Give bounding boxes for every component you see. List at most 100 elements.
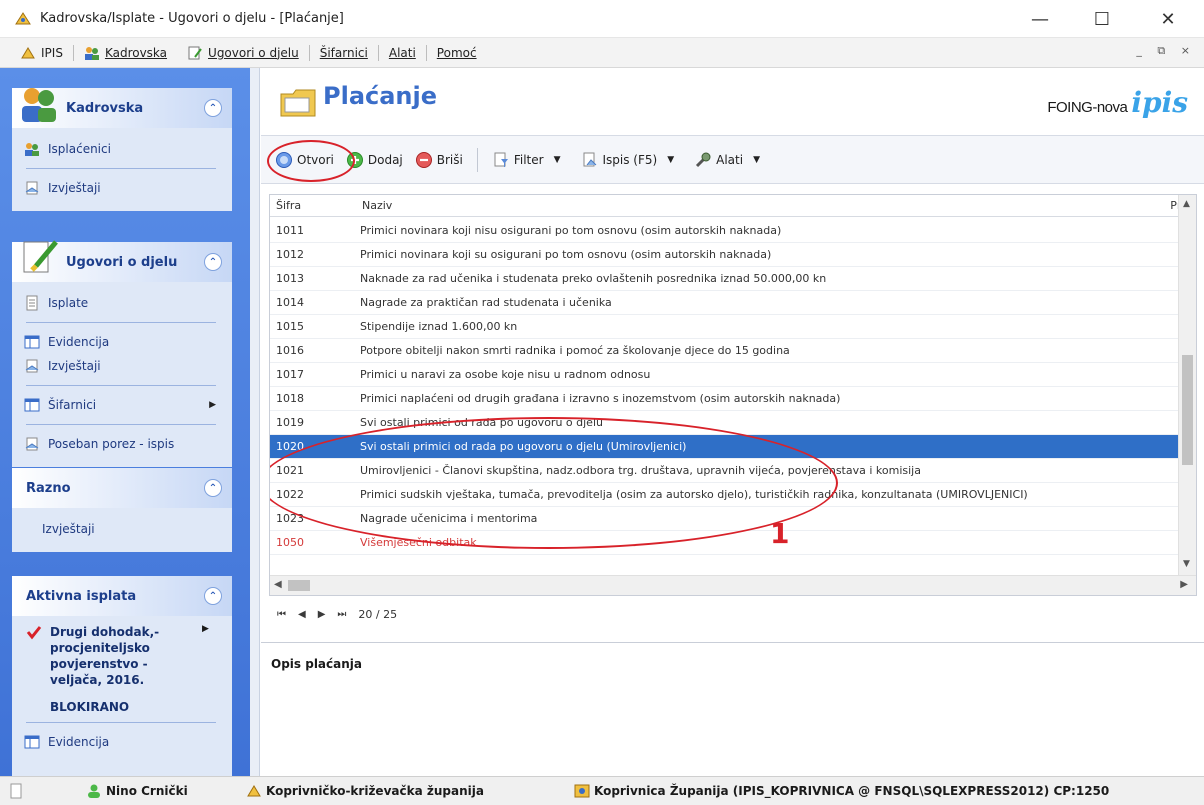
window-title: Kadrovska/Isplate - Ugovori o djelu - [P…: [40, 11, 344, 26]
contract-pen-icon: [23, 240, 58, 273]
sidebar-item-izvjestaji[interactable]: Izvještaji: [12, 173, 232, 203]
collapse-aktivna-button[interactable]: ⌃: [204, 587, 222, 605]
sidebar-splitter[interactable]: [250, 68, 260, 776]
menu-ugovori[interactable]: Ugovori o djelu: [177, 38, 309, 68]
sidebar-item-sifarnici[interactable]: Šifarnici ▶: [12, 390, 232, 420]
table-row[interactable]: 1011 Primici novinara koji nisu osigurani…: [270, 219, 1178, 243]
status-database: Koprivnica Županija (IPIS_KOPRIVNICA @ F…: [574, 783, 1109, 799]
dropdown-arrow-icon[interactable]: ▼: [667, 155, 674, 165]
menu-bar: IPIS Kadrovska Ugovori o djelu Šifarnici…: [0, 38, 1204, 68]
table-row[interactable]: 1015 Stipendije iznad 1.600,00 kn: [270, 315, 1178, 339]
vertical-scrollbar[interactable]: ▲ ▼: [1178, 195, 1196, 575]
maximize-button[interactable]: ☐: [1074, 0, 1130, 38]
scroll-left-icon[interactable]: ◀: [274, 579, 282, 590]
panel-aktivna-header[interactable]: Aktivna isplata ⌃: [12, 576, 232, 616]
annotation-number-1: 1: [770, 517, 790, 550]
checkmark-icon: [26, 626, 42, 640]
last-record-icon[interactable]: ⏭: [337, 609, 346, 620]
table-row[interactable]: 1017 Primici u naravi za osobe koje nisu …: [270, 363, 1178, 387]
minimize-button[interactable]: —: [1012, 0, 1068, 38]
sidebar-item-izvjestaji-ugovori[interactable]: Izvještaji: [12, 351, 232, 381]
panel-razno-header[interactable]: Razno ⌃: [12, 468, 232, 508]
table-row[interactable]: 1016 Potpore obitelji nakon smrti radnika…: [270, 339, 1178, 363]
toolbar-separator: [476, 147, 478, 172]
table-row[interactable]: 1012 Primici novinara koji su osigurani p…: [270, 243, 1178, 267]
table-icon: [24, 398, 40, 412]
tools-button[interactable]: Alati ▼: [688, 145, 774, 175]
cell-name: Naknade za rad učenika i studenata preko…: [360, 272, 827, 285]
table-icon: [24, 735, 40, 749]
sidebar-item-isplate[interactable]: Isplate: [12, 288, 232, 318]
filter-button[interactable]: Filter ▼: [486, 145, 575, 175]
collapse-kadrovska-button[interactable]: ⌃: [204, 99, 222, 117]
folder-icon: [280, 89, 316, 117]
cell-code: 1011: [276, 224, 304, 237]
cell-code: 1015: [276, 320, 304, 333]
panel-kadrovska-header[interactable]: Kadrovska ⌃: [12, 88, 232, 128]
scroll-thumb[interactable]: [288, 580, 310, 591]
active-payout[interactable]: Drugi dohodak,- procjeniteljsko povjeren…: [26, 624, 222, 688]
cell-code: 1014: [276, 296, 304, 309]
first-record-icon[interactable]: ⏮: [277, 609, 286, 620]
column-header-code[interactable]: Šifra: [276, 199, 301, 212]
table-row[interactable]: 1013 Naknade za rad učenika i studenata p…: [270, 267, 1178, 291]
cell-code: 1017: [276, 368, 304, 381]
menu-pomoc[interactable]: Pomoć: [427, 38, 487, 68]
document-icon: [26, 295, 38, 311]
prev-record-icon[interactable]: ◀: [298, 609, 306, 620]
dropdown-arrow-icon[interactable]: ▼: [753, 155, 760, 165]
sidebar-item-isplacenici[interactable]: Isplaćenici: [12, 134, 232, 164]
cell-name: Primici naplaćeni od drugih građana i iz…: [360, 392, 841, 405]
panel-razno: Razno ⌃ Izvještaji: [12, 468, 232, 552]
scroll-up-icon[interactable]: ▲: [1183, 199, 1190, 209]
main-content: Plaćanje FOING-nova ipis Otvori Dodaj Br…: [261, 68, 1204, 776]
menu-sifarnici[interactable]: Šifarnici: [310, 38, 378, 68]
database-icon: [574, 784, 590, 798]
scroll-thumb[interactable]: [1182, 355, 1193, 465]
cell-name: Potpore obitelji nakon smrti radnika i p…: [360, 344, 790, 357]
column-header-name[interactable]: Naziv: [362, 199, 392, 212]
filter-icon: [494, 152, 508, 167]
annotation-circle-open-button: [267, 140, 355, 182]
menu-kadrovska[interactable]: Kadrovska: [74, 38, 177, 68]
description-title: Opis plaćanja: [271, 657, 362, 671]
sidebar-item-poseban-porez[interactable]: Poseban porez - ispis: [12, 429, 232, 459]
table-row[interactable]: 1014 Nagrade za praktičan rad studenata i…: [270, 291, 1178, 315]
toolbar: Otvori Dodaj Briši Filter ▼ Ispis (F5) ▼…: [261, 136, 1204, 184]
print-button[interactable]: Ispis (F5) ▼: [575, 145, 689, 175]
sidebar-item-evidencija-aktivna[interactable]: Evidencija: [12, 727, 232, 757]
cell-code: 1019: [276, 416, 304, 429]
status-document-icon: [10, 783, 22, 799]
report-icon: [25, 437, 39, 451]
menu-alati[interactable]: Alati: [379, 38, 426, 68]
sidebar-item-izvjestaji-razno[interactable]: Izvještaji: [12, 514, 232, 544]
collapse-razno-button[interactable]: ⌃: [204, 479, 222, 497]
cell-code: 1016: [276, 344, 304, 357]
dropdown-arrow-icon[interactable]: ▼: [554, 155, 561, 165]
people-icon: [25, 143, 39, 156]
cell-code: 1012: [276, 248, 304, 261]
brand-logo: FOING-nova ipis: [1047, 86, 1188, 119]
delete-icon: [415, 151, 432, 168]
panel-ugovori-header[interactable]: Ugovori o djelu ⌃: [12, 240, 232, 282]
delete-button[interactable]: Briši: [409, 145, 469, 175]
panel-ugovori: Ugovori o djelu ⌃ Isplate Evidencija Izv…: [12, 240, 232, 467]
mdi-window-controls[interactable]: _ ⧉ ×: [1136, 44, 1196, 58]
people-icon: [84, 46, 99, 60]
table-row[interactable]: 1018 Primici naplaćeni od drugih građana …: [270, 387, 1178, 411]
horizontal-scrollbar[interactable]: ◀ ▶: [270, 575, 1196, 595]
next-record-icon[interactable]: ▶: [318, 609, 326, 620]
grid-header: Šifra Naziv Pı: [270, 195, 1196, 217]
sidebar-divider: [26, 424, 216, 425]
scroll-right-icon[interactable]: ▶: [1180, 579, 1188, 590]
scroll-down-icon[interactable]: ▼: [1183, 559, 1190, 569]
main-header: Plaćanje FOING-nova ipis: [261, 68, 1204, 136]
close-button[interactable]: ✕: [1140, 0, 1196, 38]
menu-ipis[interactable]: IPIS: [10, 38, 73, 68]
brand-ipis: ipis: [1131, 86, 1188, 119]
tools-icon: [696, 152, 711, 167]
cell-name: Stipendije iznad 1.600,00 kn: [360, 320, 518, 333]
collapse-ugovori-button[interactable]: ⌃: [204, 253, 222, 271]
cell-name: Nagrade za praktičan rad studenata i uče…: [360, 296, 612, 309]
cell-code: 1013: [276, 272, 304, 285]
